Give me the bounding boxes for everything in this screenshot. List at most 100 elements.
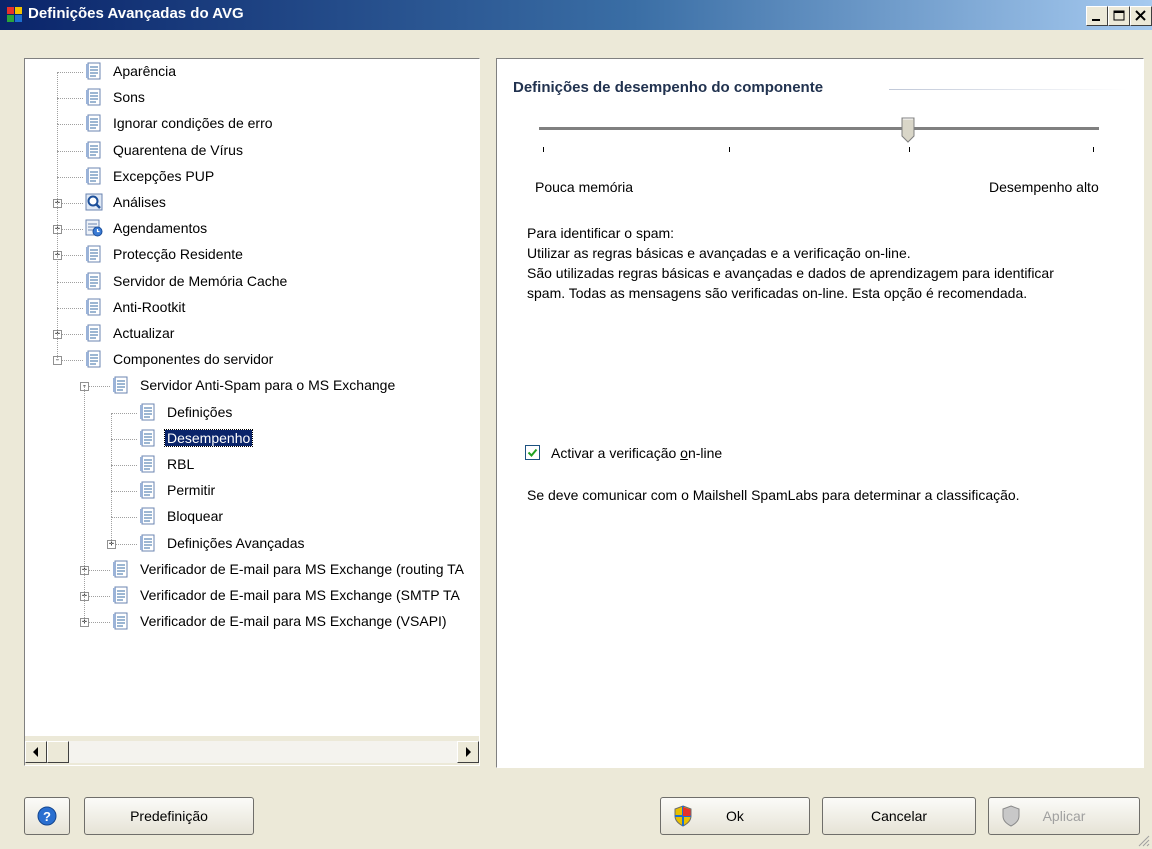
description-line: spam. Todas as mensagens são verificadas… xyxy=(527,285,1028,301)
settings-doc-icon xyxy=(140,429,155,447)
tree-connector xyxy=(57,203,58,230)
tree-connector xyxy=(111,438,112,465)
settings-doc-icon xyxy=(86,350,101,368)
settings-doc-icon xyxy=(86,167,101,185)
tree-item-label: Análises xyxy=(113,194,166,210)
slider-high-label: Desempenho alto xyxy=(989,179,1099,195)
tree-connector xyxy=(111,517,112,544)
tree-item-label: Bloquear xyxy=(167,508,224,525)
magnifier-icon xyxy=(85,193,103,211)
settings-doc-icon xyxy=(140,534,155,552)
settings-doc-icon xyxy=(113,376,128,394)
online-check-checkbox[interactable] xyxy=(525,445,541,461)
horizontal-scrollbar[interactable] xyxy=(25,736,479,765)
ok-button[interactable]: Ok xyxy=(660,797,810,835)
scroll-track[interactable] xyxy=(47,741,457,763)
slider-track[interactable] xyxy=(539,127,1099,131)
avg-logo-icon xyxy=(7,7,22,22)
description-text: Para identificar o spam: Utilizar as reg… xyxy=(527,223,1054,303)
panel-splitter[interactable] xyxy=(486,58,490,768)
slider-thumb[interactable] xyxy=(901,117,915,143)
tree-item-label: Aparência xyxy=(113,63,177,79)
panel-title: Definições de desempenho do componente xyxy=(513,79,824,96)
title-bar: Definições Avançadas do AVG xyxy=(0,0,1152,30)
tree-item-label: Agendamentos xyxy=(113,220,208,237)
tree-connector xyxy=(57,124,58,151)
default-button-label: Predefinição xyxy=(130,808,208,824)
tree-item-label: Quarentena de Vírus xyxy=(113,141,243,158)
tree-item-label: Definições Avançadas xyxy=(167,534,305,551)
settings-doc-icon xyxy=(113,612,128,630)
tree-item-label: Verificador de E-mail para MS Exchange (… xyxy=(140,587,460,603)
checkbox-label-part: Activar a verificação xyxy=(551,445,681,461)
description-line: São utilizadas regras básicas e avançada… xyxy=(527,265,1054,281)
scroll-left-button[interactable] xyxy=(25,741,47,763)
tree-connector xyxy=(57,307,58,334)
apply-button[interactable]: Aplicar xyxy=(988,797,1140,835)
settings-doc-icon xyxy=(86,245,101,263)
tree-connector xyxy=(111,491,112,518)
slider-tick xyxy=(909,147,910,152)
tree-item-label: Excepções PUP xyxy=(113,167,215,184)
tree-connector xyxy=(84,386,85,570)
minimize-button[interactable] xyxy=(1086,6,1108,26)
close-button[interactable] xyxy=(1130,6,1152,26)
tree-connector xyxy=(57,255,58,282)
tree-item-label: Permitir xyxy=(167,482,216,499)
settings-doc-icon xyxy=(86,62,101,80)
settings-doc-icon xyxy=(86,272,101,290)
tree-connector xyxy=(111,438,137,440)
checkbox-accelerator: o xyxy=(680,445,688,461)
slider-tick xyxy=(1093,147,1094,152)
tree-connector xyxy=(111,412,137,414)
default-button[interactable]: Predefinição xyxy=(84,797,254,835)
tree-item-label: Verificador de E-mail para MS Exchange (… xyxy=(140,613,447,630)
tree-connector xyxy=(57,72,83,73)
tree-connector xyxy=(111,412,112,439)
close-icon xyxy=(1135,10,1146,21)
tree-connector xyxy=(57,98,83,100)
slider-tick xyxy=(729,147,730,152)
client-area: Aparência Sons Ignorar condições de erro Qu… xyxy=(0,30,1152,849)
settings-panel: Definições de desempenho do componente P… xyxy=(496,58,1144,768)
scroll-thumb[interactable] xyxy=(47,741,69,763)
tree-view: Aparência Sons Ignorar condições de erro Qu… xyxy=(25,59,477,735)
slider-tick xyxy=(543,147,544,152)
tree-item-label: Actualizar xyxy=(113,325,175,341)
help-button[interactable]: ? xyxy=(24,797,70,835)
arrow-left-icon xyxy=(33,747,38,757)
tree-connector xyxy=(57,281,58,308)
settings-doc-icon xyxy=(86,114,101,132)
tree-item-label: Protecção Residente xyxy=(113,246,243,263)
settings-doc-icon xyxy=(113,560,128,578)
tree-connector xyxy=(84,596,85,623)
settings-doc-icon xyxy=(140,455,155,473)
description-line: Para identificar o spam: xyxy=(527,225,675,241)
tree-connector xyxy=(57,229,58,256)
tree-connector xyxy=(57,98,58,125)
tree-connector xyxy=(57,334,58,361)
cancel-button[interactable]: Cancelar xyxy=(822,797,976,835)
tree-item-label: Definições xyxy=(167,403,233,420)
tree-connector xyxy=(84,569,85,596)
settings-doc-icon xyxy=(140,507,155,525)
scroll-right-button[interactable] xyxy=(457,741,479,763)
tree-item-label: RBL xyxy=(167,456,195,472)
resize-grip-icon[interactable] xyxy=(1136,833,1150,847)
tree-connector xyxy=(57,124,83,126)
tree-item-label: Verificador de E-mail para MS Exchange (… xyxy=(140,560,464,577)
maximize-button[interactable] xyxy=(1108,6,1130,26)
maximize-icon xyxy=(1113,10,1125,21)
description-line: Utilizar as regras básicas e avançadas e… xyxy=(527,245,911,261)
tree-connector xyxy=(57,150,58,177)
tree-connector xyxy=(111,491,137,493)
tree-item-label: Servidor de Memória Cache xyxy=(113,272,288,289)
window-title: Definições Avançadas do AVG xyxy=(28,5,244,22)
online-check-label[interactable]: Activar a verificação on-line xyxy=(551,445,722,461)
tree-connector xyxy=(111,517,137,519)
tree-item-label: Componentes do servidor xyxy=(113,351,274,368)
tree-connector xyxy=(57,72,58,99)
title-rule xyxy=(889,89,1127,90)
tree-connector xyxy=(57,281,83,283)
arrow-right-icon xyxy=(466,747,471,757)
